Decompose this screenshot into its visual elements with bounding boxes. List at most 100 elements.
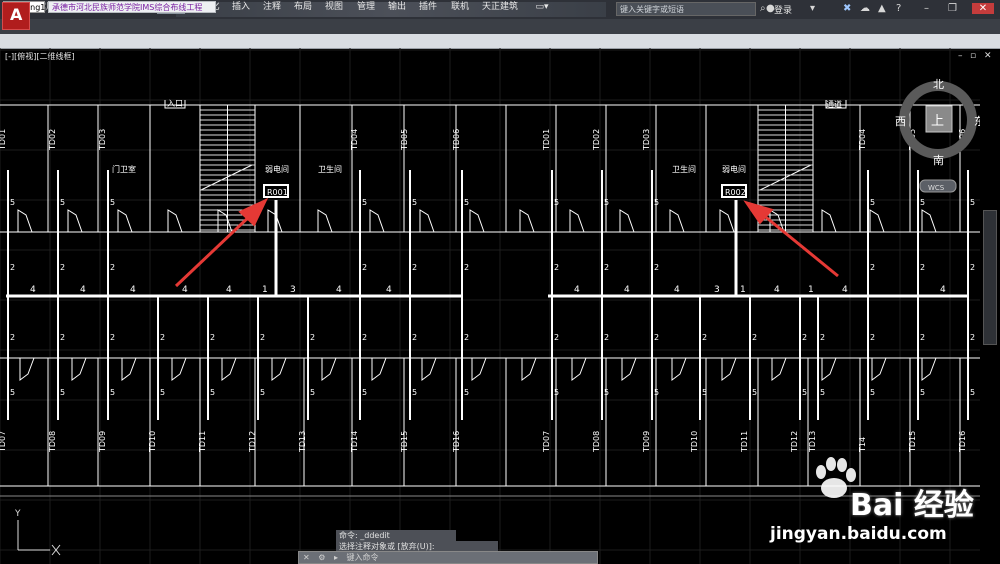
rack-label-r001: R001 [267,188,288,197]
app-store-icon[interactable]: ▲ [878,3,886,14]
cable-count-label: 5 [362,388,367,397]
dropdown-icon[interactable]: ▾ [810,3,815,14]
wire-count-label: 2 [260,333,265,342]
room-label-wiring-right: 弱电间 [722,164,746,174]
wire-count-label: 2 [110,333,115,342]
room-label-toilet-left: 卫生间 [318,164,342,174]
command-prompt-icon[interactable]: ▸ [334,553,338,562]
outlet-label-top: TD05 [400,129,409,151]
outlet-label-bottom: TD09 [642,431,651,453]
outlet-label-top: TD01 [542,129,551,151]
wire-count-label: 2 [110,263,115,272]
restore-icon[interactable]: ❐ [948,3,957,14]
outlet-label-bottom: TD12 [790,431,799,453]
ribbon-tabs [0,19,1000,34]
wire-count-label: 2 [554,263,559,272]
outlet-label-top: TD04 [350,129,359,151]
cable-count-label: 5 [412,388,417,397]
cable-count-label: 5 [654,198,659,207]
cable-count-label: 5 [310,388,315,397]
help-icon[interactable]: ? [896,3,901,14]
close-icon[interactable]: ✕ [972,3,994,14]
outlet-label-bottom: TD15 [908,431,917,453]
outlet-label-top: TD04 [858,129,867,151]
viewcube-wcs: WCS [928,184,945,192]
wire-count-label: 2 [920,333,925,342]
wire-count-label: 2 [970,333,975,342]
command-input[interactable]: 键入命令 [347,553,379,562]
tab-online[interactable]: 联机 [447,1,473,14]
outlet-label-bottom: TD16 [452,431,461,453]
outlet-label-bottom: TD10 [148,431,157,453]
baidu-watermark: Bai 经验 jingyan.baidu.com [770,452,995,552]
cable-count-label: 5 [362,198,367,207]
wire-count-label: 2 [752,333,757,342]
outlet-label-bottom: TD13 [298,431,307,453]
wire-count-label: 2 [654,333,659,342]
tab-plugins[interactable]: 插件 [415,1,441,14]
cable-count-label: 5 [10,388,15,397]
wire-count-label: 2 [412,333,417,342]
outlet-label-bottom: TD15 [400,431,409,453]
wire-count-label: 2 [10,333,15,342]
segment-count-label: 4 [842,285,848,295]
tab-insert[interactable]: 插入 [228,1,254,14]
outlet-label-bottom: TD09 [98,431,107,453]
wire-count-label: 2 [60,333,65,342]
room-label-guard: 门卫室 [112,164,136,174]
login-link[interactable]: 登录 [774,3,792,16]
tab-annotate[interactable]: 注释 [259,1,285,14]
navigation-bar[interactable] [983,210,997,345]
search-input[interactable]: 键入关键字或短语 [616,2,756,16]
outlet-label-bottom: TD12 [248,431,257,453]
cable-count-label: 5 [920,388,925,397]
file-tab-bar [0,34,1000,49]
cable-count-label: 5 [554,198,559,207]
wire-count-label: 2 [604,333,609,342]
cable-count-label: 5 [752,388,757,397]
tab-output[interactable]: 输出 [384,1,410,14]
cable-count-label: 5 [110,198,115,207]
search-icon[interactable]: ⌕ [760,3,766,14]
wire-count-label: 2 [60,263,65,272]
outlet-label-bottom: TD13 [808,431,817,453]
wire-count-label: 2 [160,333,165,342]
autodesk-360-icon[interactable]: ☁ [860,3,870,14]
outlet-label-bottom: TD08 [48,431,57,453]
cable-count-label: 5 [870,198,875,207]
command-settings-icon[interactable]: ⚙ [318,553,325,562]
viewport-close-icon[interactable]: ✕ [984,51,992,61]
cable-count-label: 5 [604,388,609,397]
cable-count-label: 5 [970,198,975,207]
outlet-label-bottom: T14 [858,437,867,453]
wire-count-label: 2 [362,333,367,342]
exchange-icon[interactable]: ✖ [843,3,851,14]
cable-count-label: 5 [820,388,825,397]
minimize-icon[interactable]: – [924,3,929,14]
segment-count-label: 4 [226,285,232,295]
tab-project-drawing[interactable]: 承德市河北民族师范学院IMS综合布线工程 [48,1,216,13]
wire-count-label: 2 [362,263,367,272]
cable-count-label: 5 [464,198,469,207]
outlet-label-top: TD02 [48,129,57,151]
outlet-label-bottom: TD07 [0,431,7,453]
cable-count-label: 5 [554,388,559,397]
tab-view[interactable]: 视图 [321,1,347,14]
tab-tangent[interactable]: 天正建筑 [478,1,522,14]
outlet-label-bottom: TD08 [592,431,601,453]
outlet-label-bottom: TD07 [542,431,551,453]
viewcube[interactable] [899,81,977,193]
room-label-entrance: 入口 [167,99,183,108]
autocad-logo[interactable]: A [2,2,30,30]
tab-manage[interactable]: 管理 [353,1,379,14]
command-line[interactable]: ✕ ⚙ ▸ 键入命令 [298,551,598,564]
command-close-icon[interactable]: ✕ [303,553,310,562]
tab-layout[interactable]: 布局 [290,1,316,14]
wire-count-label: 2 [820,333,825,342]
cable-count-label: 5 [412,198,417,207]
wire-count-label: 2 [412,263,417,272]
cable-count-label: 5 [970,388,975,397]
outlet-label-top: TD01 [0,129,7,151]
wire-count-label: 2 [464,333,469,342]
ribbon-toggle-icon[interactable]: ▭▾ [534,1,550,14]
